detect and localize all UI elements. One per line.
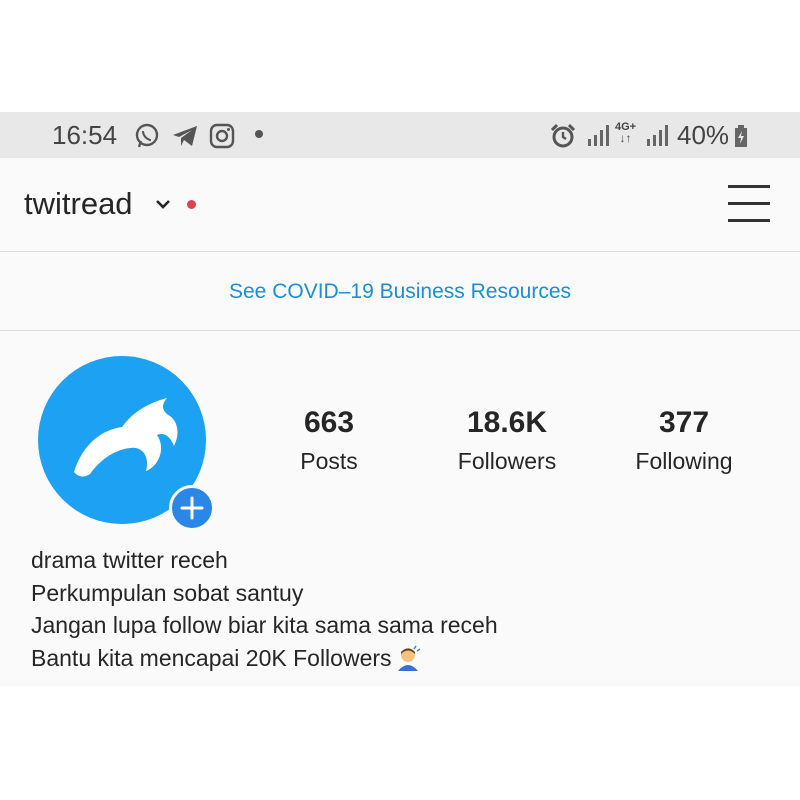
notification-dot [187,200,196,209]
stat-followers-value: 18.6K [466,406,548,439]
bowing-person-emoji-icon [397,646,420,672]
status-overflow-dot [255,130,263,138]
telegram-icon [173,126,197,146]
battery-percentage: 40% [677,120,730,150]
status-time: 16:54 [52,120,118,150]
whatsapp-icon [135,123,159,148]
bio-line: Perkumpulan sobat santuy [31,579,304,606]
stat-following[interactable]: 377 Following [604,406,764,478]
bio-line: drama twitter receh [31,547,228,573]
profile-header: twitread [0,158,800,252]
battery-charging-icon [735,125,747,147]
menu-button[interactable] [728,185,770,223]
plus-icon [180,496,204,520]
bio-line: Jangan lupa follow biar kita sama sama r… [31,612,498,638]
bio-line-with-emoji: Bantu kita mencapai 20K Followers [31,642,498,675]
stat-following-label: Following [635,448,733,474]
stat-posts[interactable]: 663 Posts [249,406,409,478]
bio-line: Bantu kita mencapai 20K Followers [31,644,392,671]
stat-followers-label: Followers [457,448,557,474]
username: twitread [24,186,133,221]
chevron-down-icon[interactable] [153,198,173,212]
covid-banner: See COVID–19 Business Resources [0,252,800,331]
menu-line-icon [728,202,770,205]
signal-icon [588,125,609,146]
instagram-profile-screen: 16:54 4G+ ↓↑ 40% twitread See COVID–19 B… [0,112,800,686]
profile-bio: drama twitter receh Perkumpulan sobat sa… [31,544,498,674]
menu-line-icon [728,185,770,188]
network-type-4g: 4G+ ↓↑ [615,121,637,145]
signal-icon-2 [647,125,668,146]
add-story-button[interactable] [169,485,215,531]
status-bar: 16:54 4G+ ↓↑ 40% [0,112,800,158]
alarm-icon [550,123,576,148]
stat-posts-value: 663 [303,406,355,439]
instagram-icon [209,123,235,149]
menu-line-icon [728,219,770,222]
covid-resources-link[interactable]: See COVID–19 Business Resources [0,280,800,304]
stat-posts-label: Posts [300,448,358,474]
stat-followers[interactable]: 18.6K Followers [427,406,587,478]
stat-following-value: 377 [658,406,710,439]
